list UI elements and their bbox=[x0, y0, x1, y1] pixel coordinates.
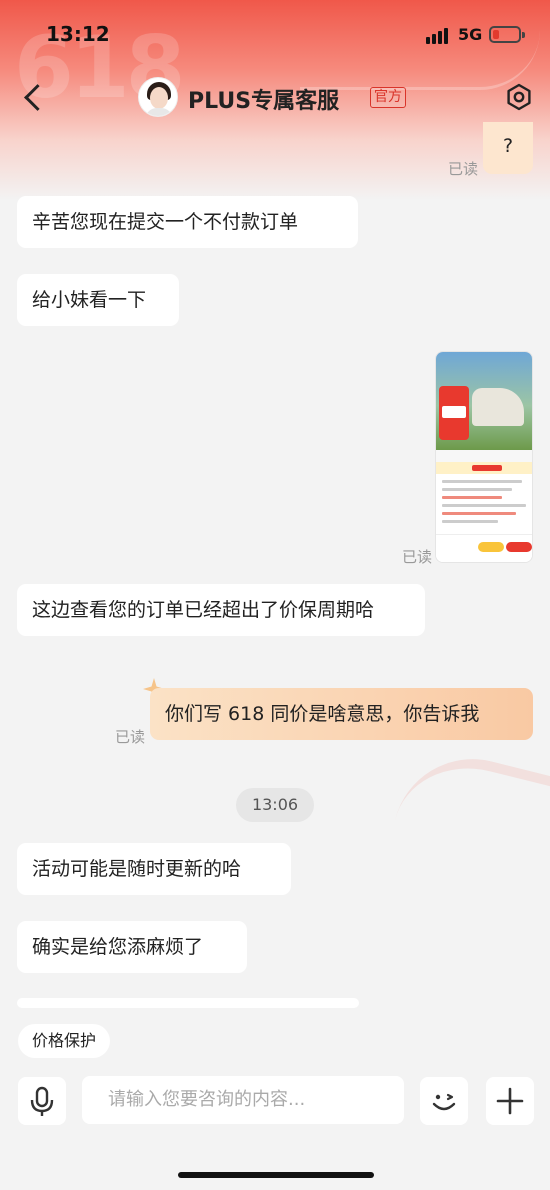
timestamp-divider: 13:06 bbox=[236, 788, 314, 822]
more-button[interactable] bbox=[486, 1077, 534, 1125]
message-bubble-agent[interactable]: 确实是给您添麻烦了 bbox=[17, 921, 247, 973]
status-bar: 13:12 5G bbox=[0, 0, 550, 70]
message-text: 活动可能是随时更新的哈 bbox=[32, 858, 242, 880]
message-text: 给小妹看一下 bbox=[32, 289, 147, 311]
message-bubble-agent[interactable]: 辛苦您现在提交一个不付款订单 bbox=[17, 196, 358, 248]
microphone-icon bbox=[30, 1086, 54, 1116]
home-indicator bbox=[178, 1172, 374, 1178]
message-bubble-me[interactable]: ? bbox=[483, 122, 533, 174]
message-bubble-agent-partial bbox=[17, 998, 359, 1008]
clock: 13:12 bbox=[46, 22, 110, 46]
avatar[interactable] bbox=[138, 77, 178, 117]
chat-header: PLUS专属客服 官方 bbox=[0, 72, 550, 124]
message-bubble-agent[interactable]: 这边查看您的订单已经超出了价保周期哈 bbox=[17, 584, 425, 636]
back-button[interactable] bbox=[18, 80, 48, 116]
plus-icon bbox=[496, 1087, 524, 1115]
message-text: 你们写 618 同价是啥意思，你告诉我 bbox=[165, 703, 480, 725]
read-receipt: 已读 bbox=[402, 548, 433, 566]
image-message[interactable] bbox=[435, 351, 533, 563]
signal-icon bbox=[426, 28, 452, 44]
message-text: ? bbox=[502, 135, 514, 157]
official-badge: 官方 bbox=[370, 87, 406, 108]
emoji-icon bbox=[432, 1093, 456, 1111]
message-input[interactable]: 请输入您要咨询的内容... bbox=[82, 1076, 404, 1124]
voice-button[interactable] bbox=[18, 1077, 66, 1125]
message-text: 辛苦您现在提交一个不付款订单 bbox=[32, 211, 299, 233]
message-text: 这边查看您的订单已经超出了价保周期哈 bbox=[32, 599, 375, 621]
chat-title: PLUS专属客服 bbox=[188, 89, 340, 114]
settings-icon[interactable] bbox=[505, 83, 533, 111]
network-type: 5G bbox=[458, 25, 483, 44]
message-bubble-me[interactable]: 你们写 618 同价是啥意思，你告诉我 bbox=[150, 688, 533, 740]
message-bubble-agent[interactable]: 活动可能是随时更新的哈 bbox=[17, 843, 291, 895]
message-text: 确实是给您添麻烦了 bbox=[32, 936, 204, 958]
battery-icon bbox=[489, 26, 525, 43]
read-receipt: 已读 bbox=[448, 160, 479, 178]
read-receipt: 已读 bbox=[115, 728, 146, 746]
emoji-button[interactable] bbox=[420, 1077, 468, 1125]
decorative-swoosh bbox=[390, 742, 550, 878]
message-bubble-agent[interactable]: 给小妹看一下 bbox=[17, 274, 179, 326]
quick-reply-chip[interactable]: 价格保护 bbox=[18, 1024, 111, 1058]
